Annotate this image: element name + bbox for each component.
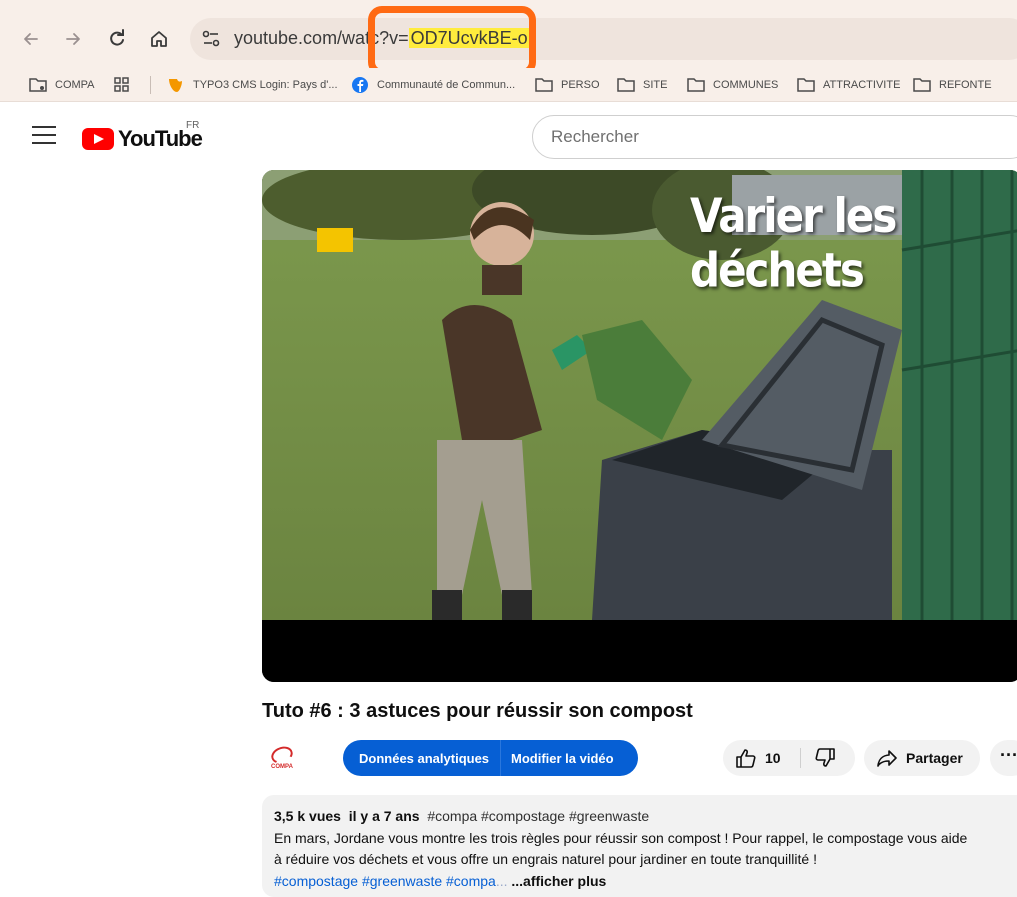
home-icon[interactable] <box>146 26 172 52</box>
reload-icon[interactable] <box>104 26 130 52</box>
bookmark-label: TYPO3 CMS Login: Pays d'... <box>193 79 338 91</box>
compa-logo-icon <box>268 743 296 766</box>
search-input[interactable] <box>532 115 1017 159</box>
truncation-fade: ... <box>495 873 508 889</box>
folder-icon <box>535 78 553 92</box>
hamburger-menu-icon[interactable] <box>32 126 56 146</box>
folder-icon <box>617 78 635 92</box>
bookmark-communes[interactable]: COMMUNES <box>686 74 778 96</box>
like-divider <box>800 748 801 768</box>
youtube-logo[interactable]: YouTube <box>82 126 203 152</box>
more-actions-button[interactable]: ··· <box>990 740 1017 776</box>
bookmark-site[interactable]: SITE <box>616 74 667 96</box>
video-player[interactable]: Varier les déchets <box>262 170 1017 682</box>
bookmark-attractivite[interactable]: ATTRACTIVITE <box>796 74 900 96</box>
view-count: 3,5 k vues <box>274 808 341 824</box>
facebook-icon <box>352 77 368 93</box>
bookmark-apps[interactable] <box>112 74 132 96</box>
share-button[interactable]: Partager <box>864 740 980 776</box>
country-code: FR <box>186 120 200 131</box>
url-prefix: youtube.com/watc <box>234 28 380 48</box>
typo3-icon <box>169 79 182 92</box>
folder-icon <box>687 78 705 92</box>
description-meta: 3,5 k vues il y a 7 ans #compa #composta… <box>274 808 649 824</box>
apps-grid-icon <box>114 77 129 92</box>
forward-arrow-icon[interactable] <box>60 26 86 52</box>
bookmark-label: SITE <box>643 79 668 91</box>
site-info-icon[interactable] <box>200 28 222 50</box>
bookmark-label: REFONTE <box>939 79 992 91</box>
edit-video-button[interactable]: Modifier la vidéo <box>500 740 638 776</box>
bookmarks-separator <box>150 76 151 94</box>
bookmark-typo3[interactable]: TYPO3 CMS Login: Pays d'... <box>166 74 338 96</box>
show-more-link[interactable]: ...afficher plus <box>511 873 606 889</box>
like-count: 10 <box>765 750 781 766</box>
meta-hashtags[interactable]: #compa #compostage #greenwaste <box>427 808 649 824</box>
bookmark-label: Communauté de Commun... <box>377 79 516 91</box>
bookmark-refonte[interactable]: REFONTE <box>912 74 992 96</box>
thumbs-down-icon <box>815 748 835 767</box>
like-button[interactable]: 10 <box>735 748 781 768</box>
thumbs-up-icon <box>736 749 756 768</box>
hashtag-link[interactable]: #compostage <box>274 873 358 889</box>
folder-icon <box>797 78 815 92</box>
dislike-button[interactable] <box>814 748 836 773</box>
upload-date: il y a 7 ans <box>348 808 420 824</box>
bookmark-communaute[interactable]: Communauté de Commun... <box>350 74 515 96</box>
video-title: Tuto #6 : 3 astuces pour réussir son com… <box>262 700 693 722</box>
description-line: à réduire vos déchets et vous offre un e… <box>274 851 817 867</box>
youtube-play-icon <box>82 128 114 150</box>
video-overlay-caption: Varier les déchets <box>690 188 897 298</box>
hashtag-link[interactable]: #compa <box>446 873 496 889</box>
share-label: Partager <box>906 750 963 766</box>
bookmark-label: PERSO <box>561 79 600 91</box>
description-line: #compostage #greenwaste #compa... ...aff… <box>274 873 606 889</box>
bookmark-perso[interactable]: PERSO <box>534 74 600 96</box>
hashtag-link[interactable]: #greenwaste <box>362 873 442 889</box>
description-line: En mars, Jordane vous montre les trois r… <box>274 830 968 846</box>
folder-settings-icon <box>29 78 47 92</box>
avatar-text: COMPA <box>271 763 293 770</box>
analytics-button[interactable]: Données analytiques <box>343 740 503 776</box>
like-dislike-group: 10 <box>723 740 855 776</box>
bookmark-label: COMMUNES <box>713 79 779 91</box>
bookmark-label: ATTRACTIVITE <box>823 79 901 91</box>
bookmark-label: COMPA <box>55 79 95 91</box>
bookmark-compa[interactable]: COMPA <box>28 74 95 96</box>
back-arrow-icon[interactable] <box>18 26 44 52</box>
bookmarks-bar: COMPA TYPO3 CMS Login: Pays d'... Commun… <box>0 68 1017 102</box>
share-arrow-icon <box>877 750 897 767</box>
channel-avatar[interactable]: COMPA <box>262 738 302 778</box>
annotation-highlight-box <box>368 6 536 76</box>
folder-icon <box>913 78 931 92</box>
